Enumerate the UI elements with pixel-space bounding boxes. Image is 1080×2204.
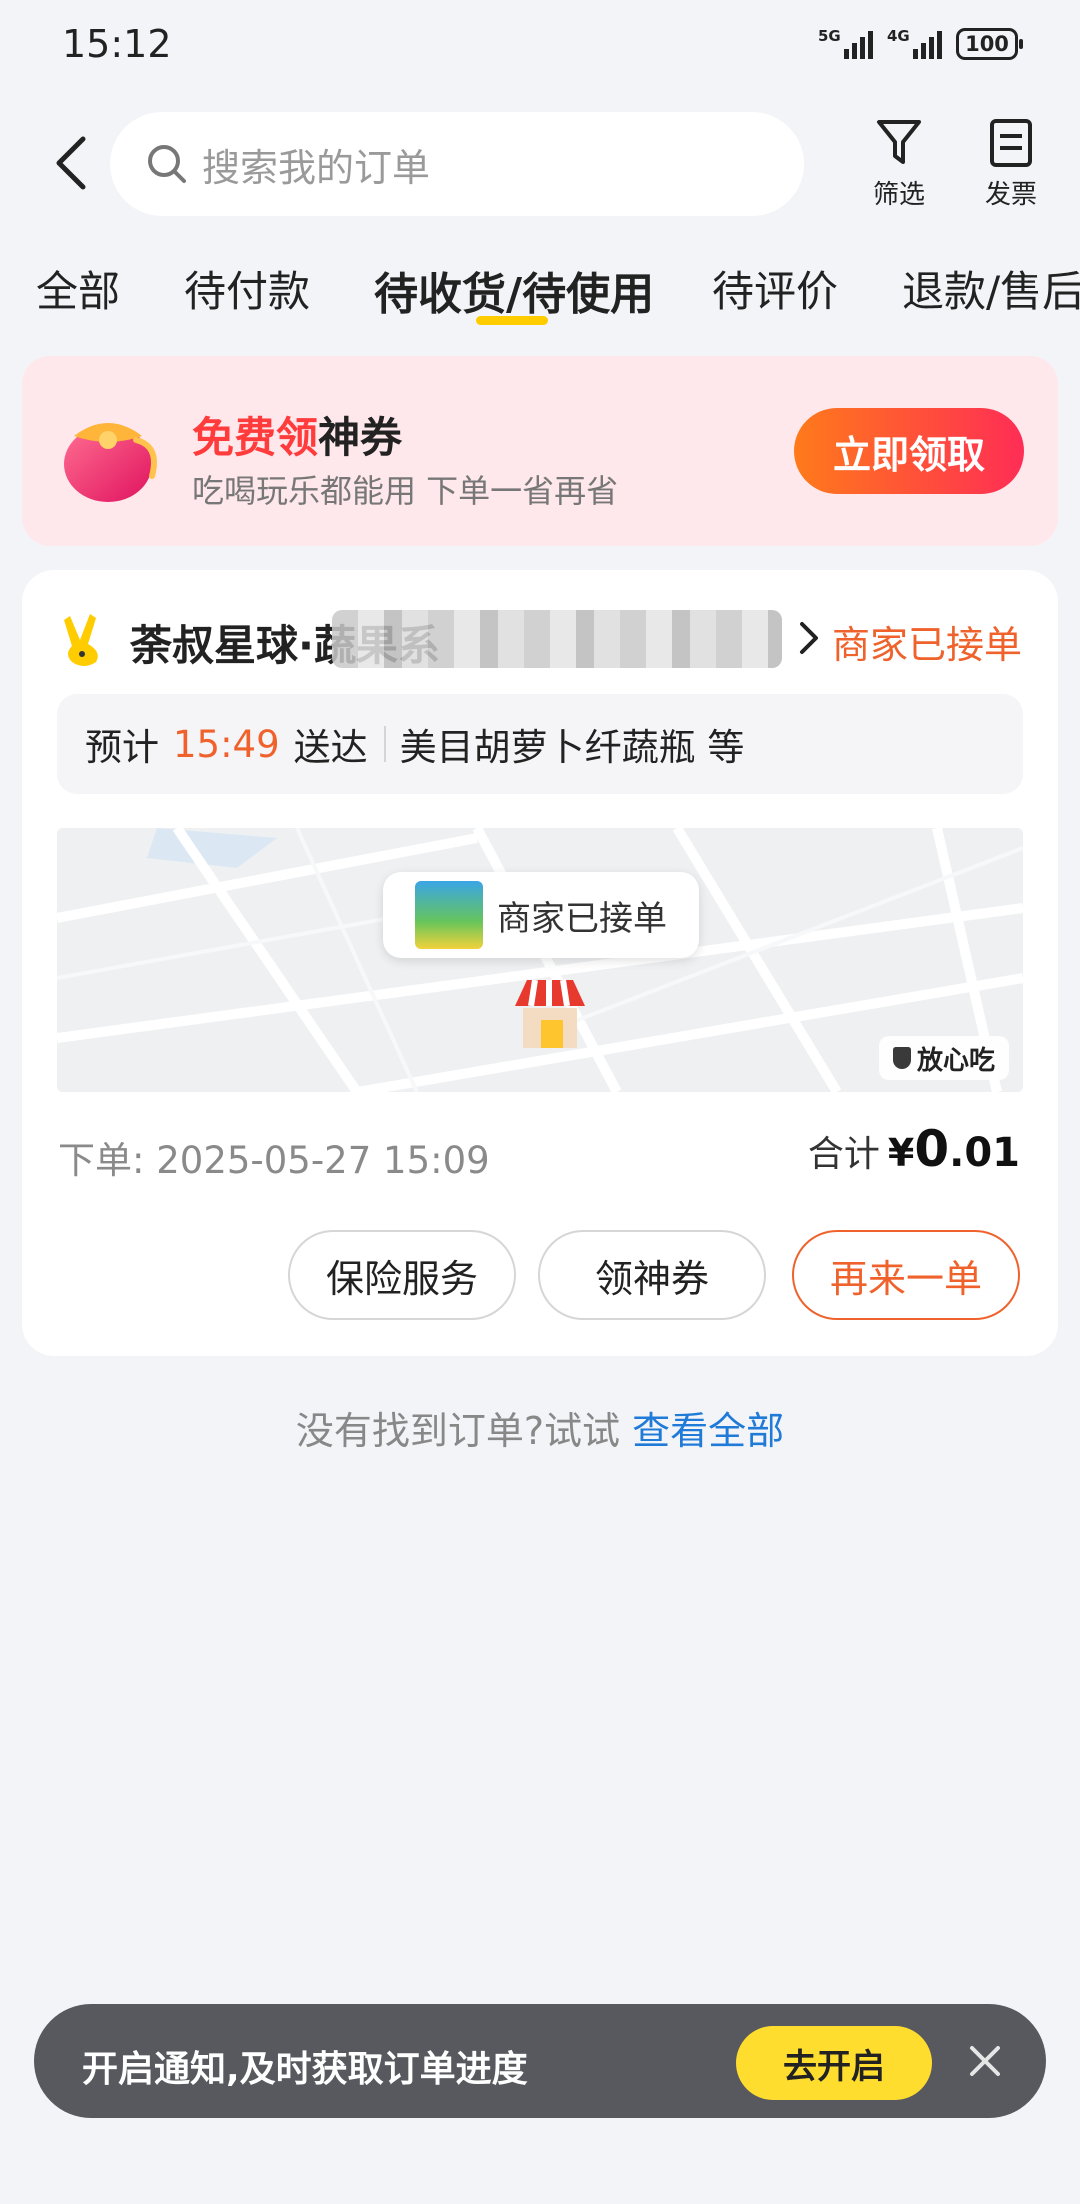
not-found-text: 没有找到订单?试试 <box>295 1409 621 1453</box>
safe-food-badge: 放心吃 <box>878 1036 1009 1080</box>
divider <box>383 726 386 762</box>
status-bar: 15:12 5G 4G 100 <box>0 0 1080 92</box>
notification-prompt: 开启通知,及时获取订单进度 去开启 <box>34 2004 1046 2118</box>
tab-pending-review[interactable]: 待评价 <box>712 258 838 319</box>
tab-pending-payment[interactable]: 待付款 <box>184 258 310 319</box>
order-time-label: 下单: <box>58 1139 145 1182</box>
eta-suffix: 送达 <box>293 726 368 769</box>
notification-prompt-text: 开启通知,及时获取订单进度 <box>82 2049 528 2090</box>
chevron-right-icon <box>800 622 818 654</box>
signal-5g-icon: 5G <box>818 27 873 59</box>
invoice-button[interactable]: 发票 <box>966 118 1056 211</box>
battery-icon: 100 <box>956 28 1023 60</box>
filter-icon <box>877 120 921 164</box>
map-status-text: 商家已接单 <box>497 898 667 939</box>
invoice-icon <box>990 119 1032 167</box>
promo-subtitle: 吃喝玩乐都能用 下单一省再省 <box>192 472 619 510</box>
redacted-shop-name <box>332 610 782 668</box>
status-icons: 5G 4G 100 <box>818 27 1023 60</box>
delivery-eta: 预计 15:49 送达 美目胡萝卜纤蔬瓶 等 <box>57 694 1023 794</box>
shop-logo-icon <box>64 614 98 666</box>
shop-row[interactable]: 荼叔星球·蔬果系 商家已接单 <box>62 608 1022 670</box>
order-status: 商家已接单 <box>831 623 1022 667</box>
search-icon <box>148 145 186 183</box>
order-total: 合计 ¥ 0 .01 <box>808 1120 1020 1178</box>
filter-button[interactable]: 筛选 <box>854 118 944 211</box>
map-status-bubble: 商家已接单 <box>383 872 699 958</box>
home-indicator-area <box>0 2160 1080 2204</box>
invoice-label: 发票 <box>984 180 1037 210</box>
not-found-hint: 没有找到订单?试试 查看全部 <box>0 1400 1080 1455</box>
total-amount-dec: .01 <box>949 1130 1020 1176</box>
order-card[interactable]: 荼叔星球·蔬果系 商家已接单 预计 15:49 送达 美目胡萝卜纤蔬瓶 等 商家… <box>22 570 1058 1356</box>
tab-all[interactable]: 全部 <box>36 258 120 319</box>
delivery-map[interactable]: 商家已接单 放心吃 <box>57 828 1023 1092</box>
enable-notifications-button[interactable]: 去开启 <box>736 2026 932 2100</box>
filter-label: 筛选 <box>872 180 925 210</box>
total-label: 合计 <box>807 1134 880 1175</box>
search-placeholder: 搜索我的订单 <box>202 145 431 190</box>
order-time: 下单: 2025-05-27 15:09 <box>58 1130 490 1184</box>
order-items: 美目胡萝卜纤蔬瓶 等 <box>399 726 745 769</box>
reorder-button[interactable]: 再来一单 <box>792 1230 1020 1320</box>
claim-now-button[interactable]: 立即领取 <box>794 408 1024 494</box>
total-currency: ¥ <box>887 1131 915 1175</box>
tab-pending-receipt[interactable]: 待收货/待使用 <box>374 258 654 322</box>
order-tabs: 全部 待付款 待收货/待使用 待评价 退款/售后 <box>0 258 1080 338</box>
search-input[interactable]: 搜索我的订单 <box>110 112 804 216</box>
eta-prefix: 预计 <box>85 726 159 769</box>
insurance-service-button[interactable]: 保险服务 <box>288 1230 516 1320</box>
total-amount-int: 0 <box>914 1120 950 1178</box>
order-time-value: 2025-05-27 15:09 <box>156 1139 490 1182</box>
promo-title: 免费领神券 <box>192 413 403 462</box>
header: 搜索我的订单 筛选 发票 <box>0 110 1080 220</box>
back-arrow-icon <box>56 136 86 190</box>
eta-time: 15:49 <box>173 722 280 766</box>
coupon-promo-banner[interactable]: 免费领神券 吃喝玩乐都能用 下单一省再省 立即领取 <box>22 356 1058 546</box>
red-pouch-icon <box>64 423 157 502</box>
shield-icon <box>892 1047 911 1069</box>
tab-refund[interactable]: 退款/售后 <box>902 258 1080 319</box>
get-coupon-button[interactable]: 领神券 <box>538 1230 766 1320</box>
view-all-link[interactable]: 查看全部 <box>632 1409 784 1453</box>
signal-4g-icon: 4G <box>887 27 942 59</box>
status-time: 15:12 <box>62 22 172 66</box>
back-button[interactable] <box>40 130 100 196</box>
store-icon <box>515 979 585 1048</box>
product-thumbnail <box>415 881 483 949</box>
active-tab-indicator <box>476 316 548 325</box>
close-icon[interactable] <box>964 2040 1006 2082</box>
